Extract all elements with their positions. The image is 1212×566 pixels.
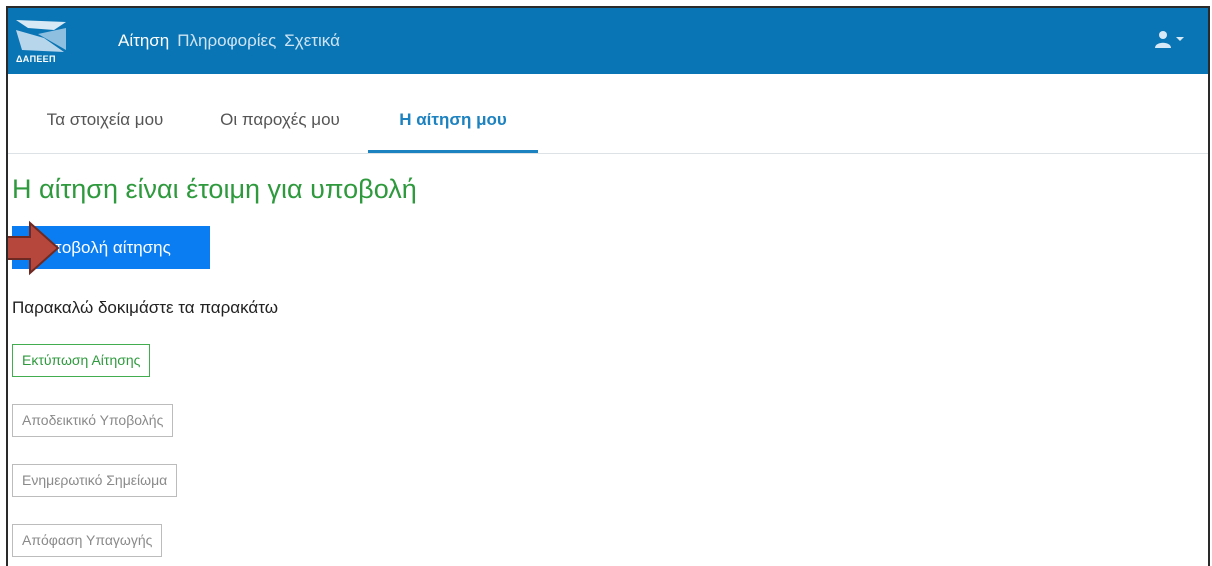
nav-link-sxetika[interactable]: Σχετικά — [284, 31, 340, 51]
top-navbar: ΔΑΠΕΕΠ Αίτηση Πληροφορίες Σχετικά — [8, 8, 1208, 74]
tab-paroxes[interactable]: Οι παροχές μου — [206, 74, 354, 153]
user-icon — [1155, 31, 1171, 48]
helper-text: Παρακαλώ δοκιμάστε τα παρακάτω — [12, 298, 278, 317]
nav-link-plirofories[interactable]: Πληροφορίες — [177, 31, 276, 51]
profile-tabs: Τα στοιχεία μου Οι παροχές μου Η αίτηση … — [8, 74, 1208, 154]
chevron-down-icon — [1176, 37, 1184, 41]
print-application-button[interactable]: Εκτύπωση Αίτησης — [12, 344, 151, 377]
tab-stoixeia[interactable]: Τα στοιχεία μου — [30, 74, 180, 153]
annotation-arrow-icon — [8, 220, 60, 276]
nav-link-aitisi[interactable]: Αίτηση — [118, 31, 169, 51]
app-window: ΔΑΠΕΕΠ Αίτηση Πληροφορίες Σχετικά Τα στο… — [6, 6, 1210, 566]
dapeep-logo[interactable]: ΔΑΠΕΕΠ — [14, 16, 70, 68]
page-title: Η αίτηση είναι έτοιμη για υποβολή — [12, 174, 417, 204]
main-nav: Αίτηση Πληροφορίες Σχετικά — [118, 31, 340, 51]
logo-text: ΔΑΠΕΕΠ — [16, 54, 56, 64]
logo-mark-icon — [16, 20, 66, 52]
submission-receipt-button[interactable]: Αποδεικτικό Υποβολής — [12, 404, 174, 437]
user-menu-dropdown[interactable] — [1155, 30, 1184, 48]
information-note-button[interactable]: Ενημερωτικό Σημείωμα — [12, 464, 178, 497]
tab-aitisi[interactable]: Η αίτηση μου — [368, 74, 538, 153]
inclusion-decision-button[interactable]: Απόφαση Υπαγωγής — [12, 524, 163, 557]
